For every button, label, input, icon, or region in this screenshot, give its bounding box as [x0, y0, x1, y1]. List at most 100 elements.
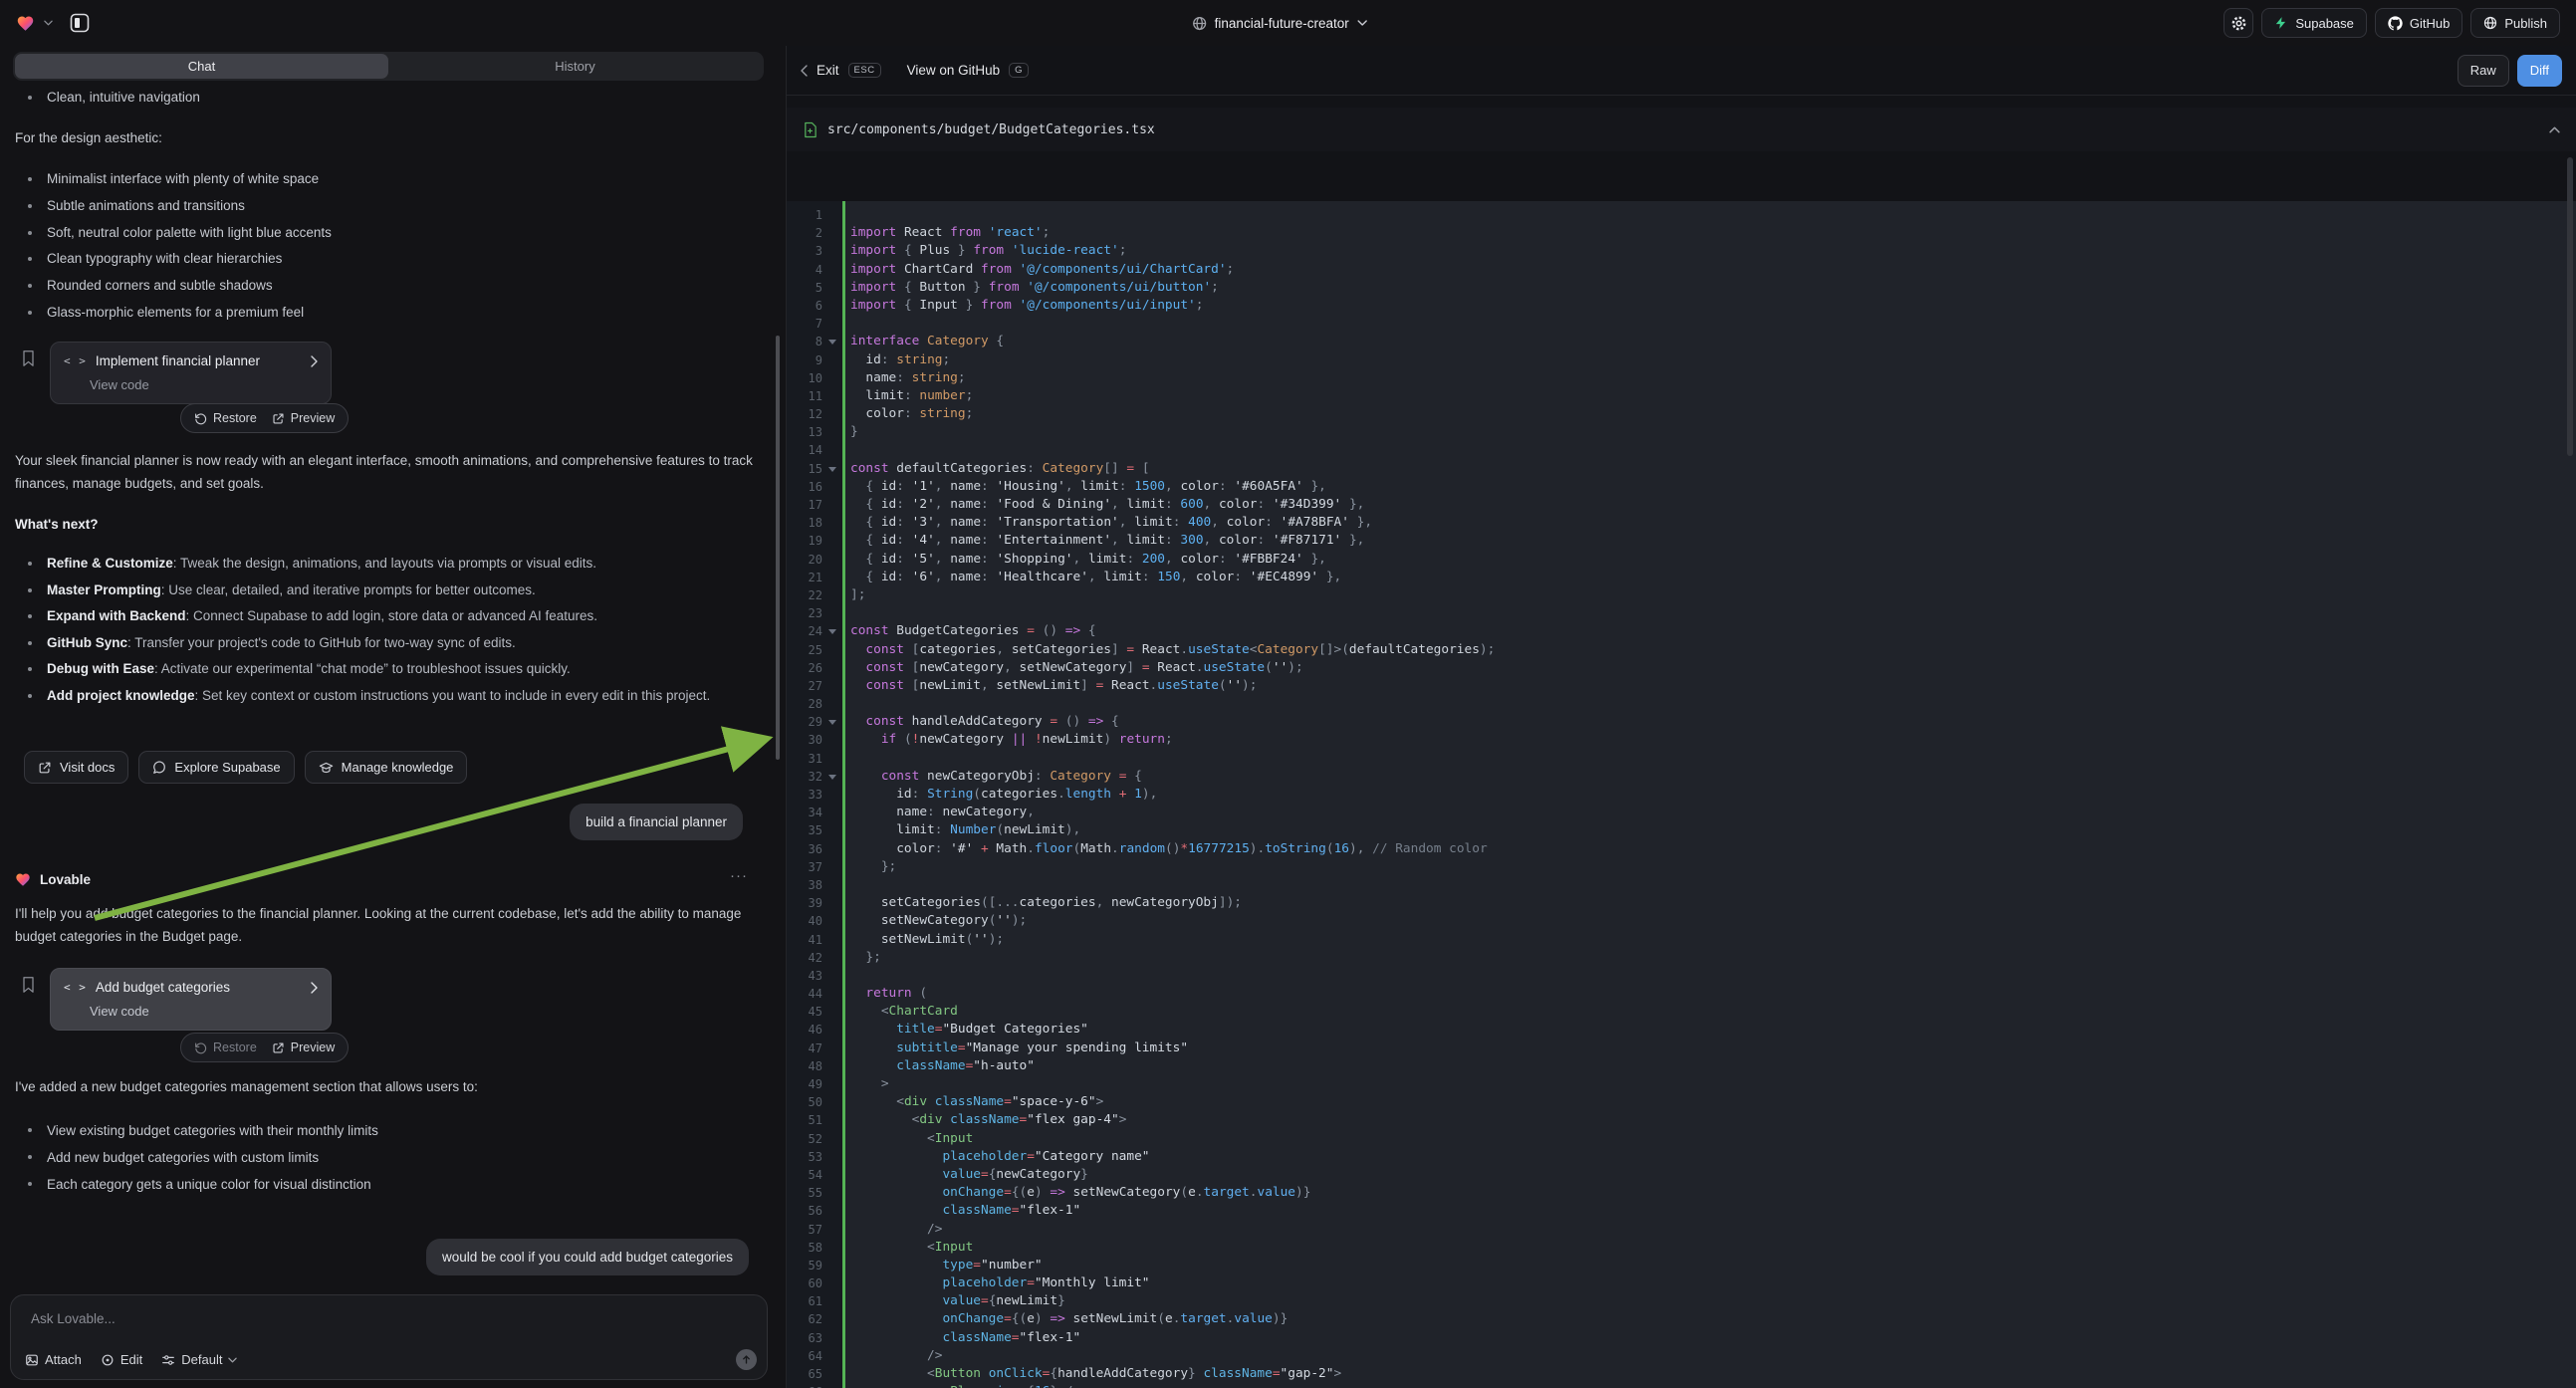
line-number[interactable]: 5 — [787, 279, 822, 297]
settings-button[interactable] — [2224, 8, 2253, 38]
line-number[interactable]: 50 — [787, 1093, 822, 1111]
message-menu-icon[interactable]: ··· — [730, 867, 748, 884]
explore-supabase-button[interactable]: Explore Supabase — [138, 751, 294, 784]
line-number[interactable]: 9 — [787, 351, 822, 369]
manage-knowledge-button[interactable]: Manage knowledge — [305, 751, 468, 784]
line-number[interactable]: 34 — [787, 804, 822, 821]
version-card-add-budget-categories[interactable]: < > Add budget categories View code — [50, 968, 332, 1031]
line-number[interactable]: 57 — [787, 1221, 822, 1239]
tab-chat[interactable]: Chat — [15, 54, 388, 79]
line-number[interactable]: 64 — [787, 1347, 822, 1365]
line-number[interactable]: 26 — [787, 659, 822, 677]
exit-button[interactable]: Exit esc — [801, 63, 881, 79]
line-number[interactable]: 35 — [787, 821, 822, 839]
line-number[interactable]: 25 — [787, 641, 822, 659]
line-number[interactable]: 53 — [787, 1148, 822, 1166]
restore-button[interactable]: Restore — [194, 411, 257, 425]
line-number[interactable]: 54 — [787, 1166, 822, 1184]
line-number[interactable]: 36 — [787, 840, 822, 858]
line-number[interactable]: 21 — [787, 569, 822, 586]
line-number[interactable]: 33 — [787, 786, 822, 804]
fold-toggle-icon[interactable] — [822, 768, 842, 786]
line-number[interactable]: 27 — [787, 677, 822, 695]
line-number[interactable]: 43 — [787, 967, 822, 985]
line-number[interactable]: 48 — [787, 1057, 822, 1075]
line-number[interactable]: 23 — [787, 604, 822, 622]
fold-toggle-icon[interactable] — [822, 460, 842, 478]
line-number[interactable]: 62 — [787, 1310, 822, 1328]
line-number[interactable]: 41 — [787, 931, 822, 949]
toggle-sidebar-icon[interactable] — [68, 11, 92, 35]
logo-chevron-down-icon[interactable] — [44, 20, 53, 26]
mode-selector[interactable]: Default — [161, 1352, 237, 1367]
file-header[interactable]: src/components/budget/BudgetCategories.t… — [787, 108, 2576, 151]
line-number[interactable]: 22 — [787, 586, 822, 604]
line-number[interactable]: 6 — [787, 297, 822, 315]
edit-button[interactable]: Edit — [101, 1352, 142, 1367]
fold-toggle-icon[interactable] — [822, 713, 842, 731]
preview-button[interactable]: Preview — [272, 1041, 335, 1054]
line-number[interactable]: 16 — [787, 478, 822, 496]
line-number[interactable]: 51 — [787, 1111, 822, 1129]
line-number[interactable]: 44 — [787, 985, 822, 1003]
fold-toggle-icon[interactable] — [822, 333, 842, 350]
line-number[interactable]: 32 — [787, 768, 822, 786]
line-number[interactable]: 3 — [787, 242, 822, 260]
line-number[interactable]: 15 — [787, 460, 822, 478]
bookmark-icon[interactable] — [21, 976, 36, 994]
line-number[interactable]: 55 — [787, 1184, 822, 1202]
line-number[interactable]: 66 — [787, 1383, 822, 1388]
line-number[interactable]: 24 — [787, 622, 822, 640]
line-number[interactable]: 18 — [787, 514, 822, 532]
line-number[interactable]: 1 — [787, 206, 822, 224]
fold-toggle-icon[interactable] — [822, 622, 842, 640]
attach-button[interactable]: Attach — [25, 1352, 82, 1367]
raw-toggle-button[interactable]: Raw — [2458, 55, 2509, 87]
line-number[interactable]: 37 — [787, 858, 822, 876]
line-number[interactable]: 7 — [787, 315, 822, 333]
code-scrollbar[interactable] — [2567, 157, 2573, 456]
line-number[interactable]: 39 — [787, 894, 822, 912]
chat-scrollbar[interactable] — [776, 336, 780, 760]
supabase-button[interactable]: Supabase — [2261, 8, 2367, 38]
line-number[interactable]: 4 — [787, 261, 822, 279]
line-number[interactable]: 49 — [787, 1075, 822, 1093]
view-on-github-button[interactable]: View on GitHub G — [907, 63, 1029, 79]
publish-button[interactable]: Publish — [2470, 8, 2560, 38]
preview-button[interactable]: Preview — [272, 411, 335, 425]
line-number[interactable]: 2 — [787, 224, 822, 242]
line-number[interactable]: 65 — [787, 1365, 822, 1383]
line-number[interactable]: 45 — [787, 1003, 822, 1021]
line-number[interactable]: 12 — [787, 405, 822, 423]
line-number[interactable]: 29 — [787, 713, 822, 731]
collapse-chevron-up-icon[interactable] — [2549, 126, 2560, 133]
line-number[interactable]: 38 — [787, 876, 822, 894]
line-number[interactable]: 13 — [787, 423, 822, 441]
send-button[interactable] — [736, 1349, 757, 1370]
line-number[interactable]: 30 — [787, 731, 822, 749]
line-number[interactable]: 56 — [787, 1202, 822, 1220]
github-button[interactable]: GitHub — [2375, 8, 2462, 38]
line-number[interactable]: 17 — [787, 496, 822, 514]
view-code-link[interactable]: View code — [90, 377, 318, 392]
line-number[interactable]: 11 — [787, 387, 822, 405]
restore-button[interactable]: Restore — [194, 1041, 257, 1054]
chat-input[interactable] — [19, 1301, 759, 1341]
line-number[interactable]: 19 — [787, 532, 822, 550]
lovable-logo-icon[interactable] — [16, 15, 35, 32]
line-number[interactable]: 63 — [787, 1329, 822, 1347]
line-number[interactable]: 42 — [787, 949, 822, 967]
diff-toggle-button[interactable]: Diff — [2517, 55, 2562, 87]
line-number[interactable]: 52 — [787, 1130, 822, 1148]
line-number[interactable]: 8 — [787, 333, 822, 350]
line-number[interactable]: 58 — [787, 1239, 822, 1257]
line-number[interactable]: 10 — [787, 369, 822, 387]
version-card-implement-financial-planner[interactable]: < > Implement financial planner View cod… — [50, 342, 332, 404]
view-code-link[interactable]: View code — [90, 1004, 318, 1019]
tab-history[interactable]: History — [388, 54, 762, 79]
project-switcher[interactable]: financial-future-creator — [1192, 0, 1367, 46]
line-number[interactable]: 46 — [787, 1021, 822, 1039]
line-number[interactable]: 47 — [787, 1040, 822, 1057]
line-number[interactable]: 14 — [787, 441, 822, 459]
line-number[interactable]: 40 — [787, 912, 822, 930]
